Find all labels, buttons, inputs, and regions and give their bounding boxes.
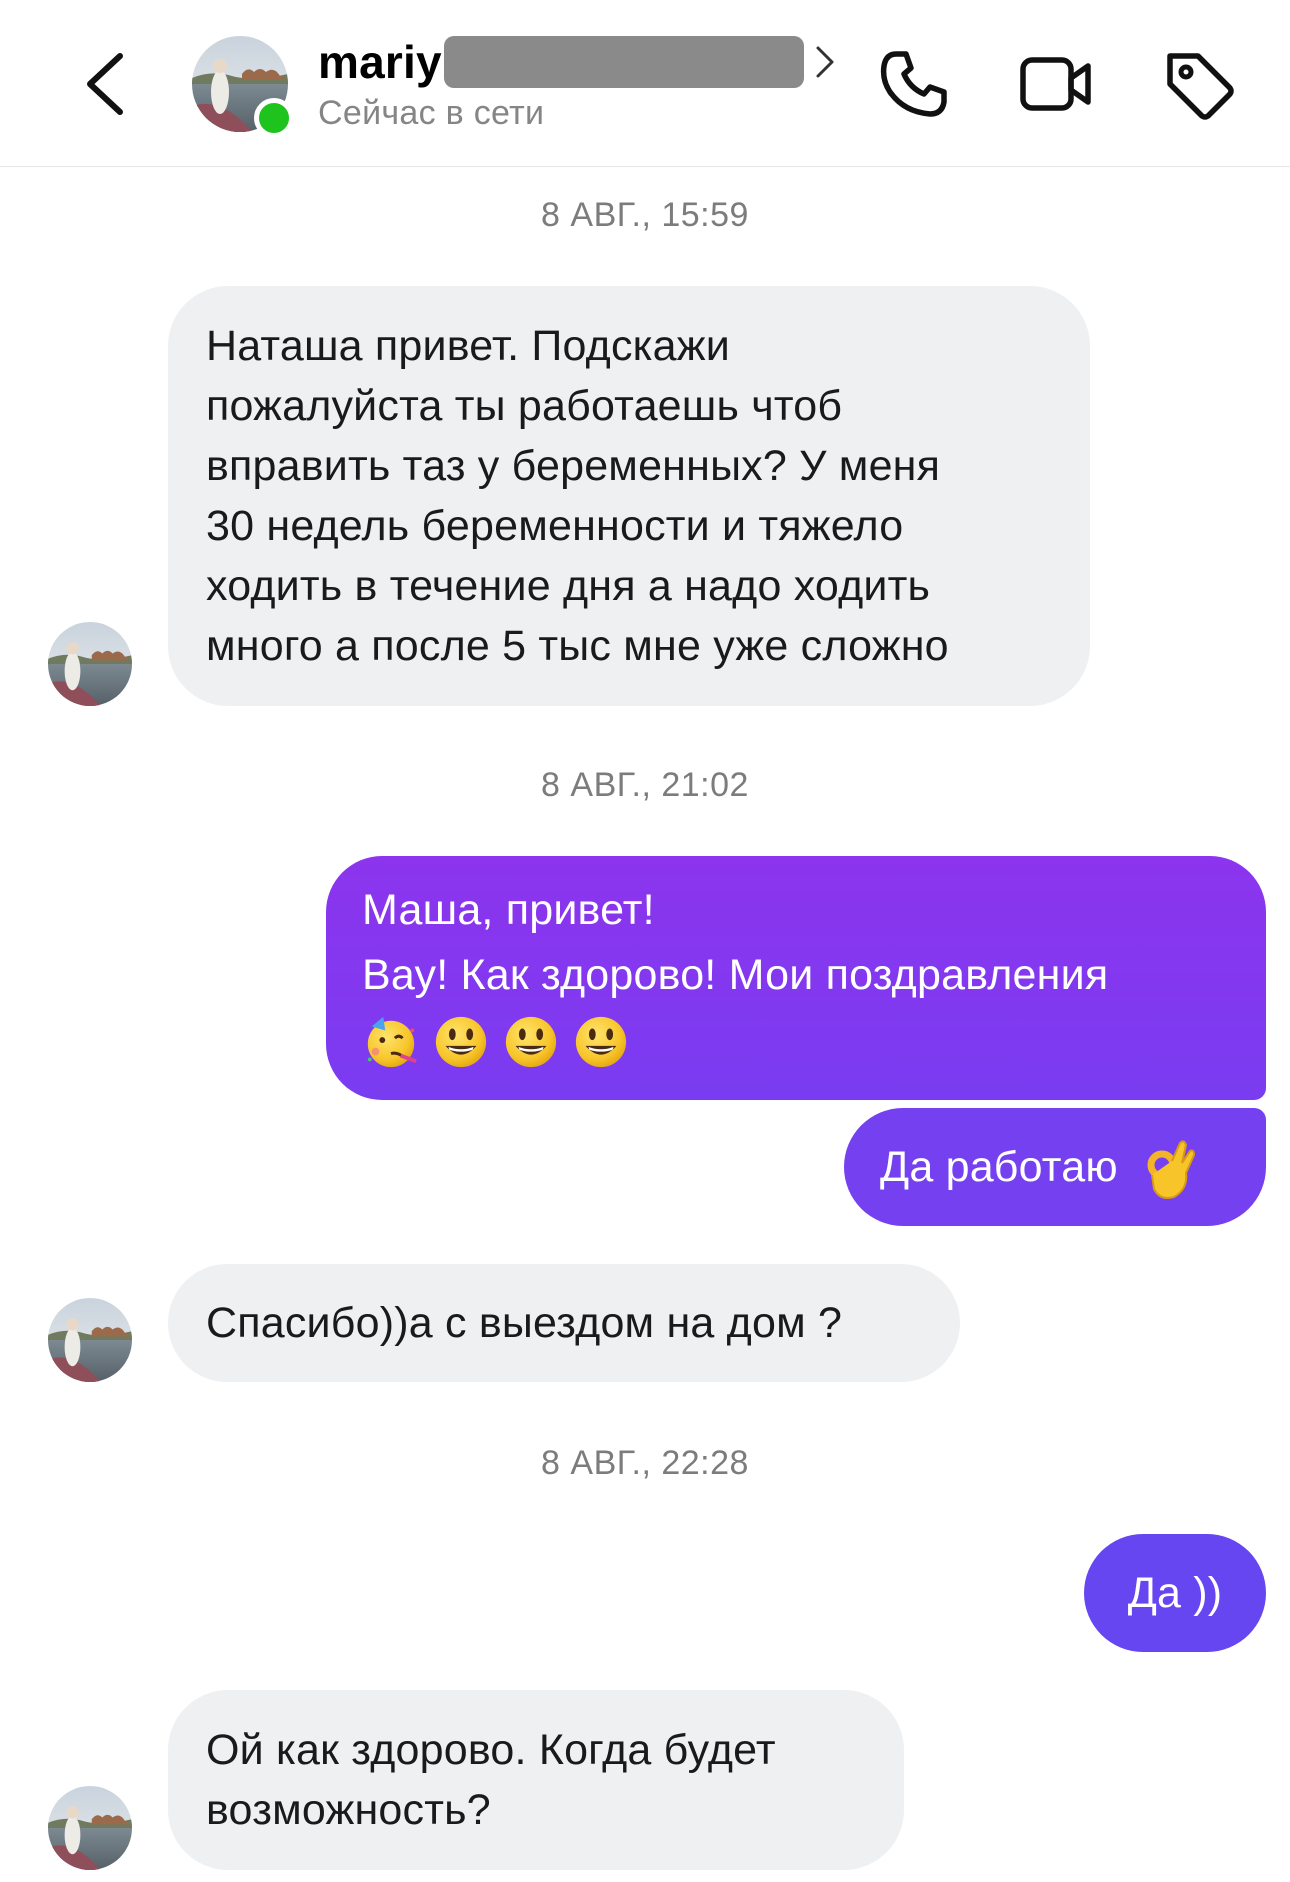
- message-line: много а после 5 тыс мне уже сложно: [206, 622, 949, 670]
- contact-name: mariy: [318, 36, 442, 88]
- tag-icon: [1167, 53, 1234, 120]
- video-camera-icon: [1020, 57, 1091, 111]
- online-indicator: [254, 98, 294, 138]
- smiley-face-emoji: [575, 1016, 627, 1067]
- message-line: Наташа привет. Подскажи: [206, 322, 730, 370]
- message-text: Спасибо))а с выездом на дом ?: [206, 1299, 843, 1347]
- message-line: 30 недель беременности и тяжело: [206, 502, 904, 550]
- sender-avatar[interactable]: [48, 1298, 132, 1382]
- message-line: пожалуйста ты работаешь чтоб: [206, 382, 843, 430]
- back-button[interactable]: [78, 48, 134, 120]
- incoming-message[interactable]: Спасибо))а с выездом на дом ?: [168, 1264, 960, 1382]
- message-line: Маша, привет!: [362, 886, 655, 934]
- chat-header: mariy Сейчас в сети: [0, 0, 1290, 167]
- smiley-face-emoji: [435, 1016, 487, 1067]
- contact-avatar[interactable]: [192, 36, 294, 138]
- phone-icon: [880, 51, 947, 117]
- incoming-message[interactable]: Наташа привет. Подскажи пожалуйста ты ра…: [168, 286, 1090, 706]
- emoji-row: [362, 1008, 1230, 1071]
- tag-button[interactable]: [1160, 46, 1236, 122]
- chevron-left-icon: [87, 53, 123, 115]
- message-line: Вау! Как здорово! Мои поздравления: [362, 951, 1109, 999]
- outgoing-message[interactable]: Да работаю: [844, 1108, 1266, 1226]
- smiley-face-emoji: [505, 1016, 557, 1067]
- outgoing-message[interactable]: Да )): [1084, 1534, 1266, 1652]
- message-line: возможность?: [206, 1786, 491, 1834]
- sender-avatar[interactable]: [48, 1786, 132, 1870]
- timestamp: 8 АВГ., 21:02: [541, 766, 749, 804]
- redaction-bar: [443, 36, 804, 88]
- incoming-message[interactable]: Ой как здорово. Когда будет возможность?: [168, 1690, 904, 1870]
- timestamp: 8 АВГ., 22:28: [541, 1444, 749, 1482]
- ok-hand-emoji: [1147, 1140, 1195, 1199]
- video-call-button[interactable]: [1018, 46, 1094, 122]
- message-text: Да )): [1127, 1569, 1223, 1617]
- chevron-right-icon: [816, 46, 834, 78]
- sender-avatar[interactable]: [48, 622, 132, 706]
- online-status: Сейчас в сети: [318, 94, 545, 132]
- message-text: Да работаю: [880, 1143, 1118, 1191]
- call-button[interactable]: [876, 46, 952, 122]
- message-line: ходить в течение дня а надо ходить: [206, 562, 931, 610]
- message-line: вправить таз у беременных? У меня: [206, 442, 941, 490]
- timestamp: 8 АВГ., 15:59: [541, 196, 749, 234]
- partying-face-emoji: [367, 1016, 417, 1067]
- message-line: Ой как здорово. Когда будет: [206, 1726, 776, 1774]
- outgoing-message[interactable]: Маша, привет! Вау! Как здорово! Мои позд…: [326, 856, 1266, 1100]
- contact-info[interactable]: mariy Сейчас в сети: [318, 34, 836, 133]
